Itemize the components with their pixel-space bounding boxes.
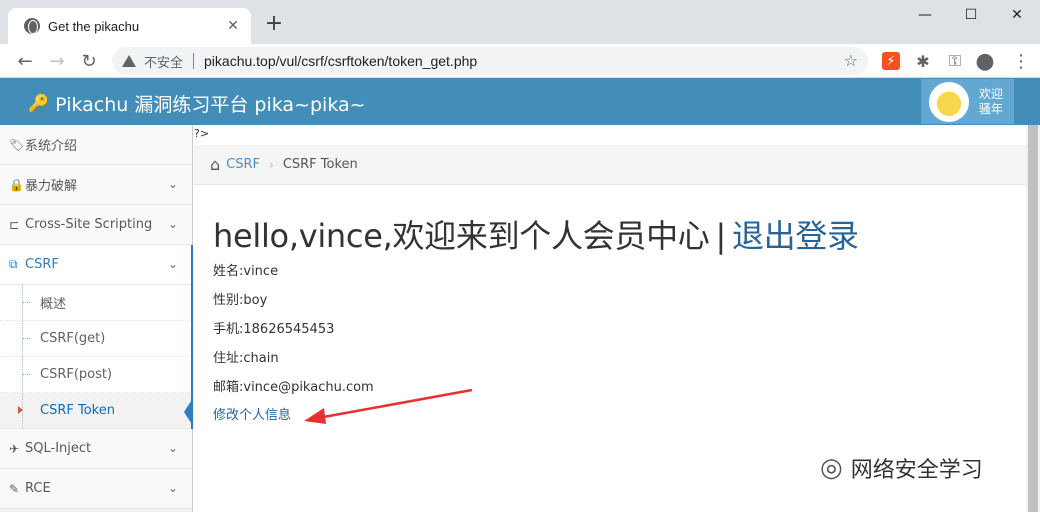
forward-button[interactable]: → bbox=[42, 46, 72, 76]
minimize-button[interactable]: — bbox=[902, 0, 948, 30]
submenu-item-csrf-post[interactable]: CSRF(post) bbox=[0, 357, 192, 393]
pencil-icon: ✎ bbox=[9, 481, 20, 496]
tree-dash bbox=[23, 338, 30, 339]
submenu-label: CSRF Token bbox=[40, 403, 115, 418]
welcome-line1: 欢迎 bbox=[979, 86, 1004, 101]
wechat-icon: ◎ bbox=[820, 453, 843, 483]
user-menu[interactable]: 欢迎 骚年 bbox=[921, 79, 1014, 124]
key-icon: 🔑 bbox=[28, 93, 50, 114]
window-close-button[interactable]: ✕ bbox=[994, 0, 1040, 30]
submenu-label: CSRF(post) bbox=[40, 367, 113, 382]
not-secure-label: 不安全 bbox=[144, 54, 184, 70]
chevron-down-icon: ⌄ bbox=[167, 441, 178, 455]
welcome-text: 欢迎 骚年 bbox=[979, 87, 1003, 117]
browser-tab-bar: Get the pikachu ✕ + — ☐ ✕ bbox=[0, 0, 1040, 44]
plane-icon: ✈ bbox=[9, 441, 20, 456]
arrow-shaft bbox=[317, 388, 473, 420]
url-text[interactable]: pikachu.top/vul/csrf/csrftoken/token_get… bbox=[204, 53, 477, 69]
chevron-down-icon: ⌄ bbox=[167, 257, 178, 271]
watermark: ◎ 网络安全学习 bbox=[820, 452, 983, 484]
sidebar-item-label: 暴力破解 bbox=[25, 179, 78, 194]
scrollbar[interactable] bbox=[1026, 125, 1040, 512]
sidebar-item-label: RCE bbox=[25, 481, 51, 496]
breadcrumb-separator: › bbox=[269, 157, 274, 172]
sidebar-item-label: Cross-Site Scripting bbox=[25, 217, 153, 232]
greeting-text: hello,vince,欢迎来到个人会员中心 bbox=[213, 217, 710, 255]
tab-close-icon[interactable]: ✕ bbox=[225, 18, 241, 34]
submenu-label: 概述 bbox=[40, 297, 67, 312]
sidebar-item-label: SQL-Inject bbox=[25, 441, 92, 456]
title-pipe: | bbox=[715, 217, 726, 255]
browser-tab[interactable]: Get the pikachu ✕ bbox=[8, 8, 251, 44]
globe-icon bbox=[24, 18, 40, 34]
sidebar-item-label: 系统介绍 bbox=[25, 139, 78, 154]
info-address: 住址:chain bbox=[213, 351, 279, 366]
site-header: 🔑 Pikachu 漏洞练习平台 pika~pika~ 欢迎 骚年 bbox=[0, 78, 1040, 125]
caret-right-icon bbox=[18, 406, 23, 414]
warning-icon bbox=[122, 55, 136, 67]
home-icon[interactable]: ⌂ bbox=[210, 155, 220, 174]
address-separator bbox=[193, 53, 195, 69]
browser-toolbar: ← → ↻ 不安全 pikachu.top/vul/csrf/csrftoken… bbox=[0, 44, 1040, 78]
back-button[interactable]: ← bbox=[10, 46, 40, 76]
active-item-pointer bbox=[184, 398, 193, 426]
new-tab-button[interactable]: + bbox=[262, 12, 286, 36]
address-bar[interactable]: 不安全 pikachu.top/vul/csrf/csrftoken/token… bbox=[112, 47, 868, 75]
lock-icon: 🔒 bbox=[9, 177, 24, 192]
watermark-text: 网络安全学习 bbox=[850, 458, 983, 483]
tree-dash bbox=[23, 302, 30, 303]
edit-profile-link[interactable]: 修改个人信息 bbox=[213, 404, 291, 423]
sidebar-item-csrf[interactable]: ⧉ CSRF ⌄ bbox=[0, 245, 192, 285]
submenu-item-overview[interactable]: 概述 bbox=[0, 285, 192, 321]
logout-link[interactable]: 退出登录 bbox=[732, 217, 859, 255]
sidebar: 🏷 系统介绍 🔒 暴力破解 ⌄ ⊏ Cross-Site Scripting ⌄… bbox=[0, 125, 193, 512]
chevron-down-icon: ⌄ bbox=[167, 481, 178, 495]
tab-title: Get the pikachu bbox=[48, 18, 140, 34]
reload-button[interactable]: ↻ bbox=[74, 46, 104, 76]
breadcrumb: ⌂ CSRF › CSRF Token bbox=[194, 145, 1026, 185]
key-icon[interactable]: ⚿ bbox=[946, 51, 964, 70]
info-gender: 性别:boy bbox=[213, 293, 268, 308]
extensions-puzzle-icon[interactable]: ✱ bbox=[914, 52, 932, 71]
tags-icon: 🏷 bbox=[9, 137, 25, 152]
sidebar-item-sqli[interactable]: ✈ SQL-Inject ⌄ bbox=[0, 429, 192, 469]
welcome-line2: 骚年 bbox=[979, 101, 1004, 116]
info-name: 姓名:vince bbox=[213, 264, 279, 279]
sidebar-item-intro[interactable]: 🏷 系统介绍 bbox=[0, 125, 192, 165]
maximize-button[interactable]: ☐ bbox=[948, 0, 994, 30]
chevron-down-icon: ⌄ bbox=[167, 177, 178, 191]
sidebar-item-rce[interactable]: ✎ RCE ⌄ bbox=[0, 469, 192, 509]
submenu-item-csrf-get[interactable]: CSRF(get) bbox=[0, 321, 192, 357]
sidebar-item-bruteforce[interactable]: 🔒 暴力破解 ⌄ bbox=[0, 165, 192, 205]
chevron-down-icon: ⌄ bbox=[167, 217, 178, 231]
sitemap-icon: ⊏ bbox=[9, 217, 20, 232]
info-phone: 手机:18626545453 bbox=[213, 322, 335, 337]
csrf-submenu: 概述 CSRF(get) CSRF(post) CSRF Token bbox=[0, 285, 192, 429]
submenu-label: CSRF(get) bbox=[40, 331, 106, 346]
annotation-arrow bbox=[304, 388, 473, 424]
avatar bbox=[929, 81, 969, 122]
brand-title: Pikachu 漏洞练习平台 pika~pika~ bbox=[55, 94, 366, 116]
extension-bolt-icon[interactable]: ⚡ bbox=[882, 52, 900, 70]
scrollbar-thumb[interactable] bbox=[1028, 125, 1038, 512]
profile-avatar-icon[interactable]: ● bbox=[975, 49, 994, 74]
arrow-head bbox=[304, 408, 326, 424]
share-icon: ⧉ bbox=[9, 257, 18, 271]
page-title: hello,vince,欢迎来到个人会员中心 | 退出登录 bbox=[213, 211, 859, 257]
tree-dash bbox=[23, 374, 30, 375]
stray-text: ?> bbox=[194, 127, 210, 140]
breadcrumb-link-csrf[interactable]: CSRF bbox=[226, 157, 260, 172]
sidebar-item-xss[interactable]: ⊏ Cross-Site Scripting ⌄ bbox=[0, 205, 192, 245]
browser-menu-icon[interactable]: ⋮ bbox=[1012, 51, 1030, 72]
site-brand[interactable]: 🔑 Pikachu 漏洞练习平台 pika~pika~ bbox=[28, 90, 366, 117]
sidebar-item-label: CSRF bbox=[25, 257, 59, 272]
breadcrumb-current: CSRF Token bbox=[282, 157, 358, 172]
submenu-item-csrf-token[interactable]: CSRF Token bbox=[0, 393, 192, 429]
bookmark-star-icon[interactable]: ☆ bbox=[844, 51, 858, 70]
